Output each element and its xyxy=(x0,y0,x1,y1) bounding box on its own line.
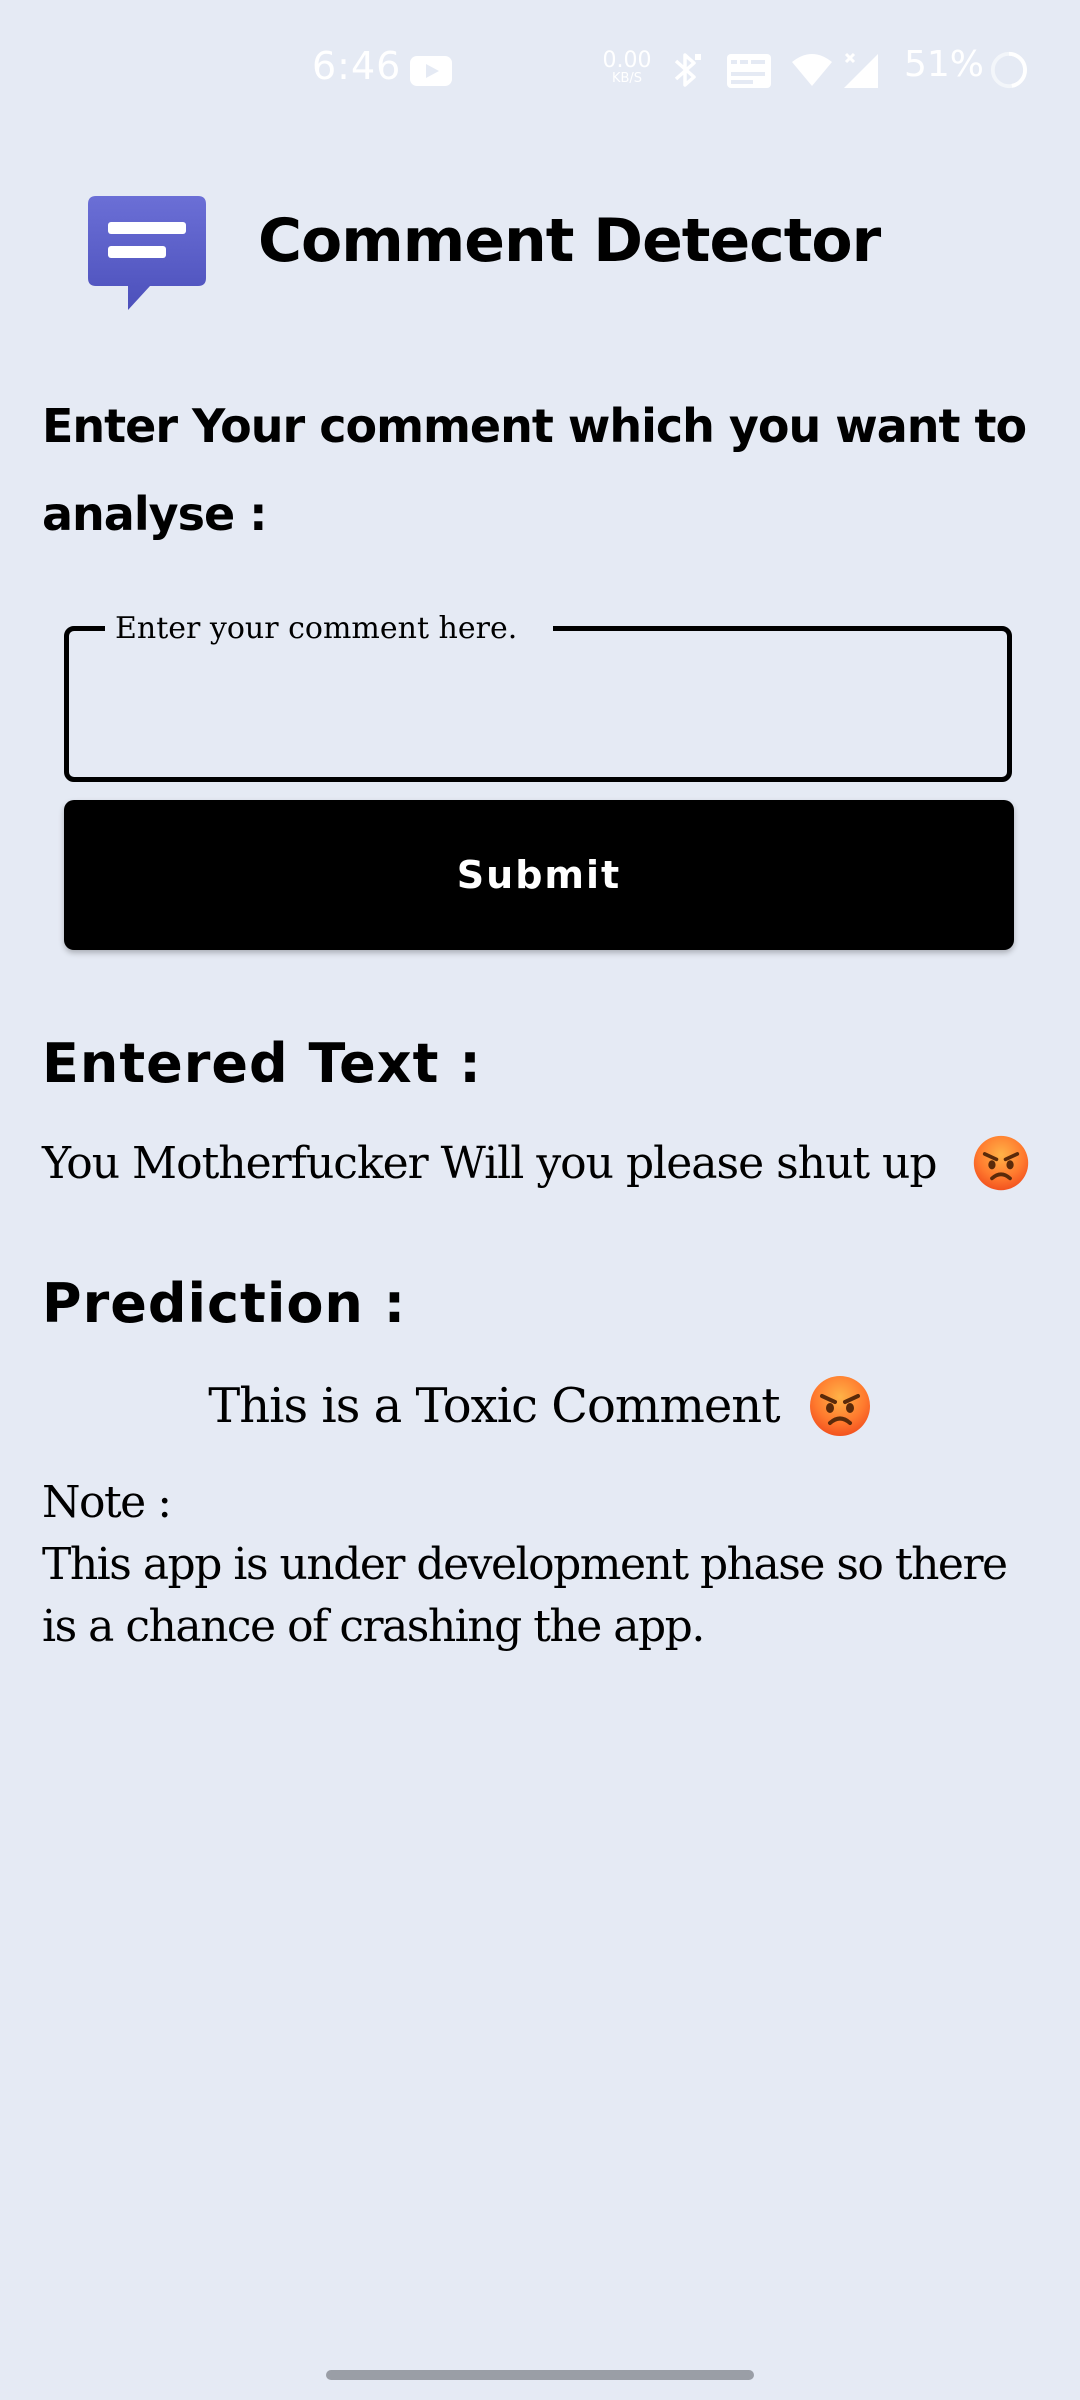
entered-text-content: You Motherfucker Will you please shut up xyxy=(42,1138,938,1189)
submit-button[interactable]: Submit xyxy=(64,800,1014,950)
prediction-result-text: This is a Toxic Comment xyxy=(208,1378,780,1434)
note-label: Note : xyxy=(42,1477,172,1528)
entered-text-heading: Entered Text : xyxy=(42,1032,482,1095)
wifi-icon xyxy=(792,54,832,86)
prompt-label: Enter Your comment which you want to ana… xyxy=(42,399,1027,541)
note-text: This app is under development phase so t… xyxy=(42,1539,1008,1652)
battery-icon xyxy=(990,51,1028,89)
navigation-handle[interactable] xyxy=(326,2370,754,2380)
angry-face-icon xyxy=(973,1135,1028,1190)
prediction-result: This is a Toxic Comment xyxy=(0,1366,1080,1446)
signal-icon xyxy=(844,52,878,88)
status-bar: 6:46 0.00 KB/S 51% xyxy=(0,0,1080,140)
angry-face-icon xyxy=(809,1375,870,1436)
battery-percentage: 51% xyxy=(904,44,985,85)
app-title: Comment Detector xyxy=(258,206,881,276)
youtube-icon xyxy=(410,56,452,86)
chat-message-icon xyxy=(88,196,206,310)
note: Note : This app is under development pha… xyxy=(42,1472,1052,1658)
bluetooth-icon xyxy=(674,53,701,87)
entered-text-value: You Motherfucker Will you please shut up xyxy=(42,1124,1030,1204)
comment-input-label: Enter your comment here. xyxy=(105,605,554,653)
status-time: 6:46 xyxy=(312,44,402,88)
network-speed-unit: KB/S xyxy=(611,71,643,86)
prediction-heading: Prediction : xyxy=(42,1272,407,1335)
network-speed-value: 0.00 xyxy=(602,48,652,73)
vowifi-icon xyxy=(727,54,771,88)
network-speed: 0.00 KB/S xyxy=(600,48,654,86)
comment-input-field[interactable]: Enter your comment here. xyxy=(64,605,1012,782)
